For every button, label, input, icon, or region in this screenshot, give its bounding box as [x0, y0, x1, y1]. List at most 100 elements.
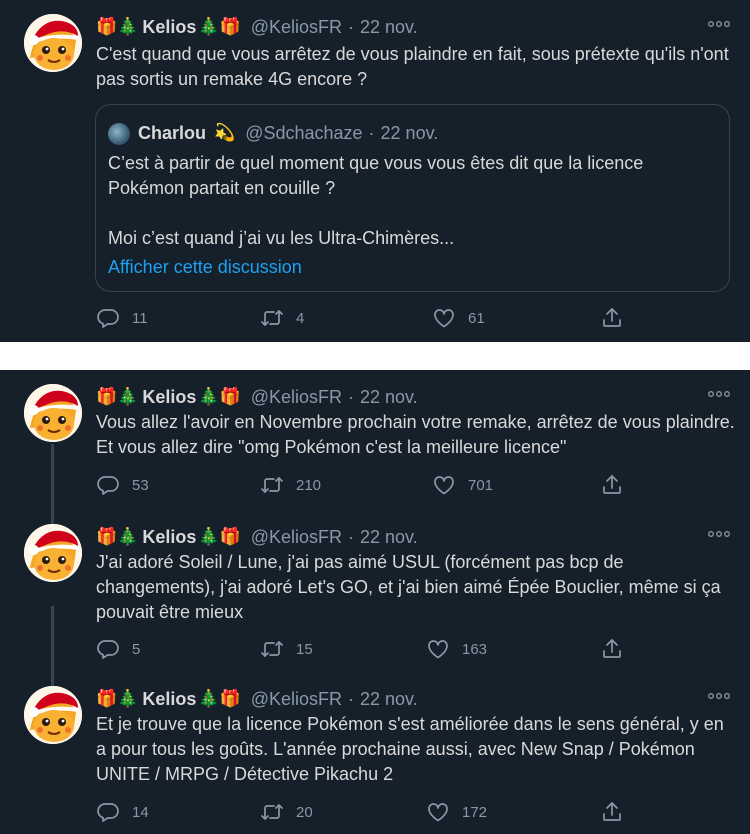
quote-text-line1: C’est à partir de quel moment que vous v…: [108, 153, 644, 198]
heart-icon: [426, 800, 450, 824]
tweet-date[interactable]: 22 nov.: [360, 387, 418, 408]
more-dots-icon[interactable]: [708, 692, 730, 700]
retweet-button[interactable]: 4: [260, 306, 304, 330]
share-icon: [600, 306, 624, 330]
reply-count: 11: [132, 309, 148, 327]
like-button[interactable]: 163: [426, 637, 487, 661]
like-button[interactable]: 61: [432, 306, 485, 330]
reply-count: 53: [132, 476, 149, 494]
like-count: 172: [462, 803, 488, 821]
retweet-button[interactable]: 20: [260, 800, 313, 824]
author-handle[interactable]: @KeliosFR: [251, 17, 342, 38]
reply-icon: [96, 473, 120, 497]
author-handle[interactable]: @KeliosFR: [251, 689, 342, 710]
reply-icon: [96, 800, 120, 824]
tweet-actions: 14 20 172: [96, 800, 636, 824]
like-count: 163: [462, 640, 488, 658]
author-handle[interactable]: @KeliosFR: [251, 387, 342, 408]
retweet-button[interactable]: 210: [260, 473, 321, 497]
emoji-left: 🎁🎄: [96, 527, 139, 546]
quote-date: 22 nov.: [380, 122, 439, 143]
like-count: 61: [468, 309, 485, 327]
like-count: 701: [468, 476, 494, 494]
more-dots-icon[interactable]: [708, 530, 730, 538]
avatar[interactable]: [24, 384, 82, 442]
tweet-actions: 5 15 163: [96, 637, 636, 661]
emoji-right: 🎄🎁: [198, 387, 241, 406]
avatar[interactable]: [24, 524, 82, 582]
pikachu-santa-avatar-icon: [24, 14, 82, 72]
author-name[interactable]: Kelios: [142, 527, 196, 548]
tweet-date[interactable]: 22 nov.: [360, 17, 418, 38]
tweet-panel-thread: 🎁🎄 Kelios 🎄🎁 @KeliosFR · 22 nov. Vous al…: [0, 370, 750, 834]
share-icon: [600, 473, 624, 497]
retweet-count: 210: [296, 476, 322, 494]
avatar[interactable]: [24, 14, 82, 72]
emoji-right: 🎄🎁: [198, 689, 241, 708]
share-button[interactable]: [600, 473, 624, 497]
reply-button[interactable]: 11: [96, 306, 148, 330]
tweet-header: 🎁🎄 Kelios 🎄🎁 @KeliosFR · 22 nov.: [96, 687, 418, 711]
tweet-header: 🎁🎄 Kelios 🎄🎁 @KeliosFR · 22 nov.: [96, 385, 418, 409]
emoji-left: 🎁🎄: [96, 17, 139, 36]
quote-text: C’est à partir de quel moment que vous v…: [108, 151, 708, 251]
emoji-left: 🎁🎄: [96, 689, 139, 708]
emoji-right: 🎄🎁: [198, 17, 241, 36]
heart-icon: [432, 473, 456, 497]
pikachu-santa-avatar-icon: [24, 686, 82, 744]
separator: ·: [368, 122, 375, 143]
emoji-right: 🎄🎁: [198, 527, 241, 546]
reply-button[interactable]: 53: [96, 473, 149, 497]
reply-button[interactable]: 14: [96, 800, 149, 824]
quote-header: Charlou 💫 @Sdchachaze · 22 nov.: [138, 121, 438, 145]
heart-icon: [432, 306, 456, 330]
separator: ·: [348, 526, 355, 547]
retweet-icon: [260, 800, 284, 824]
retweet-count: 15: [296, 640, 313, 658]
reply-button[interactable]: 5: [96, 637, 140, 661]
quote-author-name: Charlou: [138, 122, 207, 143]
reply-icon: [96, 306, 120, 330]
share-icon: [600, 637, 624, 661]
heart-icon: [426, 637, 450, 661]
separator: ·: [348, 16, 355, 37]
reply-count: 14: [132, 803, 149, 821]
author-name[interactable]: Kelios: [142, 17, 196, 38]
retweet-icon: [260, 473, 284, 497]
show-thread-link[interactable]: Afficher cette discussion: [108, 257, 302, 278]
pikachu-santa-avatar-icon: [24, 384, 82, 442]
retweet-count: 20: [296, 803, 313, 821]
like-button[interactable]: 701: [432, 473, 493, 497]
share-button[interactable]: [600, 637, 624, 661]
tweet-actions: 53 210 701: [96, 473, 636, 497]
tweet-header: 🎁🎄 Kelios 🎄🎁 @KeliosFR · 22 nov.: [96, 525, 418, 549]
separator: ·: [348, 386, 355, 407]
quote-avatar: [108, 123, 130, 145]
tweet-actions: 11 4 61: [96, 306, 636, 330]
quote-author-emoji: 💫: [214, 123, 236, 142]
share-button[interactable]: [600, 306, 624, 330]
author-name[interactable]: Kelios: [142, 387, 196, 408]
author-handle[interactable]: @KeliosFR: [251, 527, 342, 548]
quoted-tweet[interactable]: Charlou 💫 @Sdchachaze · 22 nov. C’est à …: [95, 104, 730, 292]
tweet-header: 🎁🎄 Kelios 🎄🎁 @KeliosFR · 22 nov.: [96, 15, 418, 39]
emoji-left: 🎁🎄: [96, 387, 139, 406]
retweet-count: 4: [296, 309, 305, 327]
tweet-date[interactable]: 22 nov.: [360, 527, 418, 548]
quote-author-handle: @Sdchachaze: [245, 122, 363, 143]
avatar[interactable]: [24, 686, 82, 744]
pikachu-santa-avatar-icon: [24, 524, 82, 582]
share-icon: [600, 800, 624, 824]
tweet-text: Vous allez l'avoir en Novembre prochain …: [96, 412, 735, 457]
tweet-date[interactable]: 22 nov.: [360, 689, 418, 710]
reply-count: 5: [132, 640, 141, 658]
more-dots-icon[interactable]: [708, 390, 730, 398]
author-name[interactable]: Kelios: [142, 689, 196, 710]
quote-text-line2: Moi c’est quand j’ai vu les Ultra-Chimèr…: [108, 228, 455, 248]
reply-icon: [96, 637, 120, 661]
more-dots-icon[interactable]: [708, 20, 730, 28]
share-button[interactable]: [600, 800, 624, 824]
like-button[interactable]: 172: [426, 800, 487, 824]
tweet-text: Et je trouve que la licence Pokémon s'es…: [96, 714, 724, 784]
retweet-button[interactable]: 15: [260, 637, 313, 661]
